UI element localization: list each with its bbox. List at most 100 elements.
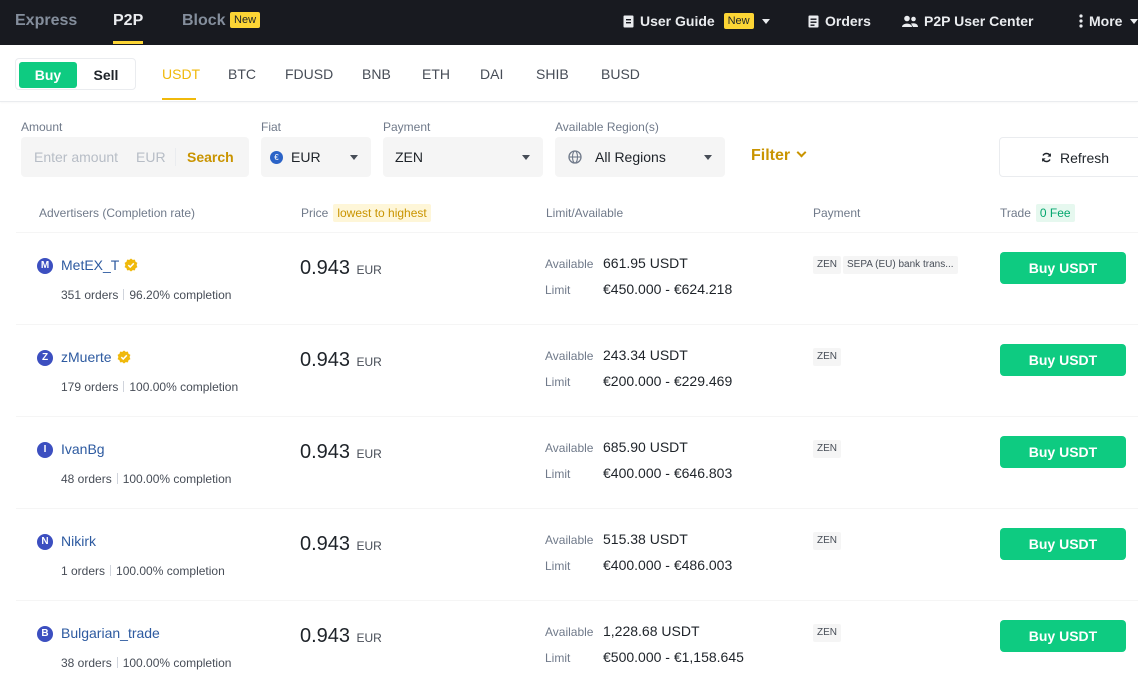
amount-input[interactable]: Enter amount EUR Search	[21, 137, 249, 177]
completion-rate: 100.00% completion	[122, 656, 232, 670]
nav-user-center[interactable]: P2P User Center	[902, 0, 1033, 45]
header-price-label: Price	[301, 206, 329, 220]
fiat-select[interactable]: € EUR	[261, 137, 371, 177]
price-currency: EUR	[356, 447, 382, 461]
orders-icon	[808, 15, 819, 28]
advertiser-stats: 48 orders 100.00% completion	[61, 472, 231, 486]
limit-label: Limit	[545, 651, 571, 665]
available-label: Available	[545, 441, 594, 455]
price: 0.943 EUR	[300, 257, 382, 280]
nav-orders[interactable]: Orders	[808, 0, 871, 45]
coin-tab-fdusd[interactable]: FDUSD	[285, 66, 333, 82]
coin-tab-usdt[interactable]: USDT	[162, 66, 200, 82]
price-value: 0.943	[300, 441, 351, 463]
payment-tag: ZEN	[813, 348, 841, 366]
nav-user-guide[interactable]: User Guide New	[623, 0, 770, 45]
nav-user-guide-label: User Guide	[640, 13, 715, 29]
payment-label: Payment	[383, 120, 431, 134]
coin-tab-dai[interactable]: DAI	[480, 66, 503, 82]
buy-tab[interactable]: Buy	[19, 62, 77, 88]
refresh-label: Refresh	[1060, 150, 1110, 166]
avatar[interactable]: M	[37, 258, 53, 274]
table-row: Z zMuerte 179 orders 100.00% completion 0…	[0, 324, 1138, 416]
avatar[interactable]: Z	[37, 350, 53, 366]
available-label: Available	[545, 349, 594, 363]
advertiser-name[interactable]: IvanBg	[61, 441, 105, 457]
buy-usdt-button[interactable]: Buy USDT	[1000, 252, 1126, 284]
coin-tab-busd[interactable]: BUSD	[601, 66, 640, 82]
header-trade-label: Trade	[1000, 206, 1031, 220]
buy-usdt-button[interactable]: Buy USDT	[1000, 344, 1126, 376]
available-value: 661.95 USDT	[603, 255, 688, 271]
amount-label: Amount	[21, 120, 63, 134]
payment-value: ZEN	[395, 149, 423, 165]
buy-usdt-button[interactable]: Buy USDT	[1000, 528, 1126, 560]
amount-placeholder: Enter amount	[34, 149, 119, 165]
avatar[interactable]: N	[37, 534, 53, 550]
price-value: 0.943	[300, 349, 351, 371]
limit-label: Limit	[545, 375, 571, 389]
order-count: 351 orders	[61, 288, 119, 302]
available-value: 1,228.68 USDT	[603, 623, 700, 639]
limit-value: €200.000 - €229.469	[603, 373, 733, 389]
advertiser-name[interactable]: Nikirk	[61, 533, 96, 549]
nav-express-label: Express	[15, 12, 78, 29]
price-sort-badge[interactable]: lowest to highest	[333, 204, 431, 222]
available-value: 515.38 USDT	[603, 531, 688, 547]
order-count: 48 orders	[61, 472, 112, 486]
fee-badge: 0 Fee	[1035, 204, 1075, 222]
coin-tabs-bar: Buy Sell USDT BTC FDUSD BNB ETH DAI SHIB…	[0, 45, 1138, 102]
nav-user-center-label: P2P User Center	[924, 13, 1034, 29]
limit-value: €450.000 - €624.218	[603, 281, 733, 297]
region-select[interactable]: All Regions	[555, 137, 725, 177]
new-badge: New	[230, 12, 261, 28]
avatar[interactable]: B	[37, 626, 53, 642]
limit-label: Limit	[545, 467, 571, 481]
coin-tab-eth[interactable]: ETH	[422, 66, 450, 82]
buy-usdt-button[interactable]: Buy USDT	[1000, 620, 1126, 652]
fiat-value: EUR	[291, 149, 321, 165]
users-icon	[902, 15, 918, 27]
advertiser-stats: 179 orders 100.00% completion	[61, 380, 238, 394]
sell-tab[interactable]: Sell	[78, 62, 134, 88]
payment-tag: SEPA (EU) bank trans...	[843, 256, 958, 274]
price: 0.943 EUR	[300, 533, 382, 556]
coin-tab-btc[interactable]: BTC	[228, 66, 256, 82]
nav-p2p[interactable]: P2P	[113, 0, 143, 45]
nav-block[interactable]: Block New	[182, 0, 261, 45]
header-price[interactable]: Price lowest to highest	[301, 204, 431, 222]
caret-down-icon	[704, 155, 712, 160]
advertiser-name[interactable]: MetEX_T	[61, 257, 138, 273]
price-value: 0.943	[300, 257, 351, 279]
completion-rate: 96.20% completion	[129, 288, 232, 302]
limit-label: Limit	[545, 559, 571, 573]
top-navigation: Express P2P Block New User Guide New Ord…	[0, 0, 1138, 45]
advertiser-name[interactable]: Bulgarian_trade	[61, 625, 160, 641]
header-trade: Trade 0 Fee	[1000, 204, 1075, 222]
table-row: B Bulgarian_trade 38 orders 100.00% compl…	[0, 600, 1138, 683]
advertiser-stats: 351 orders 96.20% completion	[61, 288, 231, 302]
table-row: I IvanBg 48 orders 100.00% completion 0.9…	[0, 416, 1138, 508]
nav-more[interactable]: More	[1079, 0, 1138, 45]
coin-tab-bnb[interactable]: BNB	[362, 66, 391, 82]
fiat-label: Fiat	[261, 120, 282, 134]
price: 0.943 EUR	[300, 441, 382, 464]
price-currency: EUR	[356, 631, 382, 645]
payment-tag: ZEN	[813, 532, 841, 550]
order-count: 38 orders	[61, 656, 112, 670]
search-button[interactable]: Search	[187, 149, 234, 165]
avatar[interactable]: I	[37, 442, 53, 458]
buy-usdt-button[interactable]: Buy USDT	[1000, 436, 1126, 468]
filter-button[interactable]: Filter	[751, 147, 807, 165]
nav-express[interactable]: Express	[15, 0, 77, 45]
advertiser-name[interactable]: zMuerte	[61, 349, 131, 365]
payment-tag: ZEN	[813, 440, 841, 458]
refresh-button[interactable]: Refresh	[999, 137, 1138, 177]
caret-down-icon	[761, 19, 770, 24]
euro-coin-icon: €	[270, 151, 283, 164]
header-advertisers: Advertisers (Completion rate)	[39, 206, 196, 220]
available-value: 243.34 USDT	[603, 347, 688, 363]
payment-select[interactable]: ZEN	[383, 137, 543, 177]
price-value: 0.943	[300, 533, 351, 555]
coin-tab-shib[interactable]: SHIB	[536, 66, 569, 82]
